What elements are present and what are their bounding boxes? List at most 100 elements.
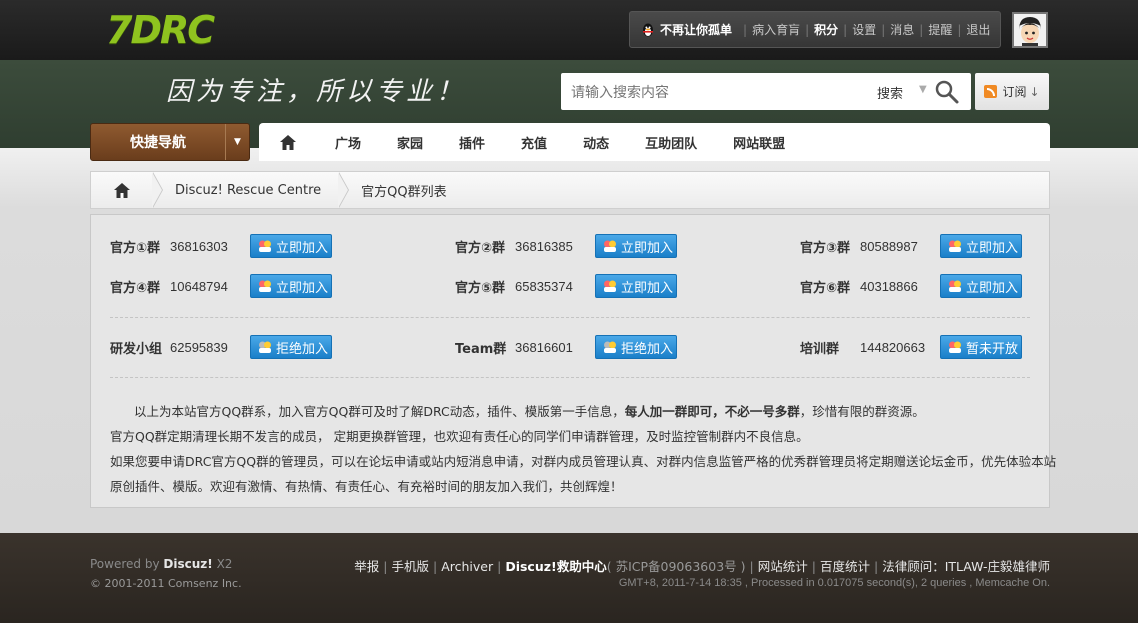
quick-nav-label: 快捷导航 <box>130 135 186 151</box>
group-item: 官方③群 80588987 立即加入 <box>800 233 1022 259</box>
group-item: 研发小组 62595839 拒绝加入 <box>110 334 332 360</box>
logout-link[interactable]: 退出 <box>966 21 990 38</box>
separator: | <box>805 22 810 37</box>
footer-link-legal[interactable]: 法律顾问：ITLAW-庄毅雄律师 <box>882 559 1050 574</box>
main-nav: 广场 家园 插件 充值 动态 互助团队 网站联盟 <box>259 123 1050 161</box>
footer-link-mobile[interactable]: 手机版 <box>391 559 429 574</box>
search-type-select[interactable]: 搜索 <box>877 83 903 102</box>
separator: | <box>873 559 879 574</box>
separator: | <box>881 22 886 37</box>
nav-home[interactable] <box>259 134 317 150</box>
nav-tab-square[interactable]: 广场 <box>317 133 379 152</box>
group-number: 62595839 <box>170 339 228 355</box>
group-number: 80588987 <box>860 238 918 254</box>
group-number: 36816601 <box>515 339 573 355</box>
group-row: 研发小组 62595839 拒绝加入 Team群 36816601 拒绝加入 培… <box>110 334 1030 360</box>
notice-text: ，珍惜有限的群资源。 <box>799 404 925 419</box>
footer-link-archiver[interactable]: Archiver <box>441 559 493 574</box>
notice-line: 如果您要申请DRC官方QQ群的管理员，可以在论坛申请或站内短消息申请，对群内成员… <box>110 454 1057 469</box>
group-item: 官方①群 36816303 立即加入 <box>110 233 332 259</box>
notifications-link[interactable]: 提醒 <box>928 21 952 38</box>
separator: | <box>743 22 748 37</box>
notice-line: 官方QQ群定期清理长期不发言的成员， 定期更换群管理，也欢迎有责任心的同学们申请… <box>110 429 809 444</box>
icp-number[interactable]: ( 苏ICP备09063603号 ) <box>607 559 746 574</box>
group-name: 培训群 <box>800 341 840 357</box>
subscribe-label: 订阅 <box>1002 85 1027 99</box>
notice-emphasis: 每人加一群即可，不必一号多群 <box>624 404 800 419</box>
reject-join-button[interactable]: 拒绝加入 <box>595 335 677 359</box>
join-label: 立即加入 <box>276 240 329 256</box>
chevron-down-icon[interactable]: ▼ <box>225 124 249 160</box>
site-slogan: 因为专注，所以专业！ <box>166 77 467 107</box>
qq-group-icon <box>604 341 616 353</box>
chevron-down-icon[interactable]: ▼ <box>919 84 927 95</box>
join-label: 立即加入 <box>966 240 1019 256</box>
group-item: 培训群 144820663 暂未开放 <box>800 334 1022 360</box>
not-open-button[interactable]: 暂未开放 <box>940 335 1022 359</box>
search-icon[interactable] <box>933 78 961 106</box>
join-label: 立即加入 <box>276 280 329 296</box>
user-bar: 不再让你孤单 | 病入育肓 | 积分 | 设置 | 消息 | 提醒 | 退出 <box>629 11 1001 48</box>
breadcrumb-separator <box>152 172 169 208</box>
powered-by: Powered by Discuz! X2 <box>90 557 232 571</box>
notice-line: 以上为本站官方QQ群系，加入官方QQ群可及时了解DRC动态，插件、模版第一手信息… <box>110 399 1030 424</box>
search-input[interactable] <box>571 76 871 107</box>
join-label: 暂未开放 <box>966 341 1019 357</box>
nav-tab-alliance[interactable]: 网站联盟 <box>715 133 803 152</box>
group-number: 10648794 <box>170 278 228 294</box>
rss-icon <box>984 85 998 98</box>
group-item: 官方④群 10648794 立即加入 <box>110 273 332 299</box>
footer-links: 举报 | 手机版 | Archiver | Discuz!救助中心( 苏ICP备090636… <box>354 556 1050 575</box>
join-group-button[interactable]: 立即加入 <box>940 274 1022 298</box>
avatar[interactable] <box>1012 12 1048 48</box>
nav-tab-activity[interactable]: 动态 <box>565 133 627 152</box>
group-name: 官方③群 <box>800 240 851 256</box>
group-row: 官方④群 10648794 立即加入 官方⑤群 65835374 立即加入 官方… <box>110 273 1030 299</box>
footer-info: GMT+8, 2011-7-14 18:35 , Processed in 0.… <box>618 577 1050 589</box>
quick-nav-button[interactable]: 快捷导航 ▼ <box>90 123 250 161</box>
site-logo[interactable]: 7DRC <box>106 10 215 50</box>
username-link[interactable]: 不再让你孤单 <box>660 21 732 38</box>
join-group-button[interactable]: 立即加入 <box>250 274 332 298</box>
group-name: 官方④群 <box>110 280 161 296</box>
footer-link-stats[interactable]: 网站统计 <box>758 559 808 574</box>
separator: | <box>919 22 924 37</box>
score-link[interactable]: 积分 <box>814 21 838 38</box>
join-group-button[interactable]: 立即加入 <box>595 274 677 298</box>
nav-tab-team[interactable]: 互助团队 <box>627 133 715 152</box>
group-item: 官方②群 36816385 立即加入 <box>455 233 677 259</box>
qq-group-icon <box>259 341 271 353</box>
home-icon <box>114 182 130 198</box>
group-name: 官方⑤群 <box>455 280 506 296</box>
group-number: 144820663 <box>860 339 926 355</box>
breadcrumb-home[interactable] <box>91 172 153 208</box>
group-row: 官方①群 36816303 立即加入 官方②群 36816385 立即加入 官方… <box>110 233 1030 259</box>
qq-group-icon <box>604 240 616 252</box>
powered-prefix: Powered by <box>90 557 160 571</box>
nav-tab-home[interactable]: 家园 <box>379 133 441 152</box>
home-icon <box>280 134 296 150</box>
footer-link-report[interactable]: 举报 <box>354 559 379 574</box>
group-item: Team群 36816601 拒绝加入 <box>455 334 677 360</box>
group-name: 官方①群 <box>110 240 161 256</box>
nav-tab-plugins[interactable]: 插件 <box>441 133 503 152</box>
join-group-button[interactable]: 立即加入 <box>595 234 677 258</box>
group-name: Team群 <box>455 341 507 357</box>
messages-link[interactable]: 消息 <box>890 21 914 38</box>
divider <box>110 377 1030 378</box>
join-group-button[interactable]: 立即加入 <box>940 234 1022 258</box>
footer-link-baidu-stats[interactable]: 百度统计 <box>820 559 870 574</box>
reject-join-button[interactable]: 拒绝加入 <box>250 335 332 359</box>
join-group-button[interactable]: 立即加入 <box>250 234 332 258</box>
join-label: 立即加入 <box>621 280 674 296</box>
discuz-link[interactable]: Discuz! <box>163 557 212 571</box>
subscribe-button[interactable]: 订阅 ↓ <box>975 73 1049 110</box>
footer-link-rescue-center[interactable]: Discuz!救助中心 <box>505 559 606 574</box>
user-status-link[interactable]: 病入育肓 <box>752 21 800 38</box>
notice-line: 原创插件、模版。欢迎有激情、有热情、有责任心、有充裕时间的朋友加入我们，共创辉煌… <box>110 479 623 494</box>
settings-link[interactable]: 设置 <box>852 21 876 38</box>
version: X2 <box>216 557 233 571</box>
nav-tab-recharge[interactable]: 充值 <box>503 133 565 152</box>
breadcrumb-item[interactable]: Discuz! Rescue Centre <box>169 183 329 198</box>
breadcrumb-separator <box>338 172 355 208</box>
